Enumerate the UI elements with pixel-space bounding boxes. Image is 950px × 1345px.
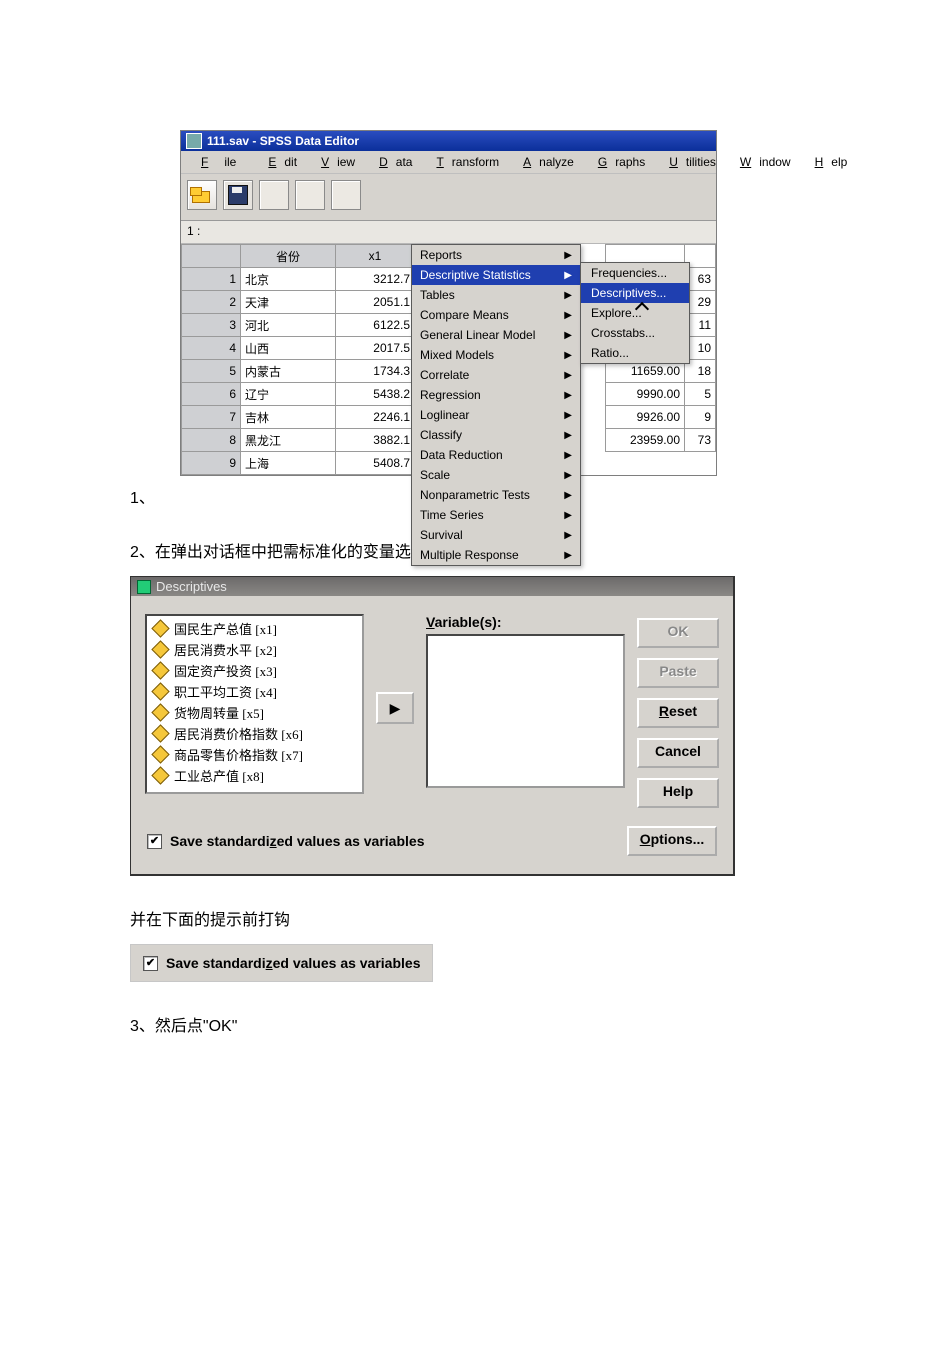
window-titlebar: 111.sav - SPSS Data Editor xyxy=(181,131,716,151)
menu-utilities[interactable]: Utilities xyxy=(653,153,724,171)
open-icon[interactable] xyxy=(187,180,217,210)
menu-view[interactable]: View xyxy=(305,153,363,171)
dialog-titlebar: Descriptives xyxy=(131,577,733,596)
dialog-title: Descriptives xyxy=(156,579,227,594)
toolbar xyxy=(181,174,716,221)
list-item[interactable]: 国民生产总值 [x1] xyxy=(149,618,360,639)
col-header-x1[interactable]: x1 xyxy=(336,245,415,268)
variable-icon xyxy=(151,682,169,700)
app-icon xyxy=(186,133,202,149)
menu-item-tables[interactable]: Tables▶ xyxy=(412,285,580,305)
submenu-explore[interactable]: Explore... xyxy=(581,303,689,323)
toolbar-button[interactable] xyxy=(295,180,325,210)
ok-button[interactable]: OK xyxy=(637,618,719,648)
menu-item-time-series[interactable]: Time Series▶ xyxy=(412,505,580,525)
arrow-right-icon: ▶ xyxy=(390,700,401,717)
variable-icon xyxy=(151,745,169,763)
save-icon[interactable] xyxy=(223,180,253,210)
menu-help[interactable]: Help xyxy=(799,153,856,171)
menu-item-nonparametric-tests[interactable]: Nonparametric Tests▶ xyxy=(412,485,580,505)
variable-icon xyxy=(151,724,169,742)
toolbar-button[interactable] xyxy=(331,180,361,210)
window-title: 111.sav - SPSS Data Editor xyxy=(207,134,359,148)
corner-cell xyxy=(182,245,241,268)
spss-data-editor-window: 111.sav - SPSS Data Editor File Edit Vie… xyxy=(180,130,717,476)
list-item[interactable]: 居民消费价格指数 [x6] xyxy=(149,723,360,744)
menu-transform[interactable]: Transform xyxy=(420,153,507,171)
variable-icon xyxy=(151,661,169,679)
submenu-ratio[interactable]: Ratio... xyxy=(581,343,689,363)
menu-item-mixed-models[interactable]: Mixed Models▶ xyxy=(412,345,580,365)
variable-icon xyxy=(151,619,169,637)
menu-item-survival[interactable]: Survival▶ xyxy=(412,525,580,545)
menu-window[interactable]: Window xyxy=(724,153,799,171)
cell-indicator: 1 : xyxy=(181,221,716,244)
checkbox-label: Save standardized values as variables xyxy=(166,955,420,971)
reset-button[interactable]: Reset xyxy=(637,698,719,728)
list-item[interactable]: 货物周转量 [x5] xyxy=(149,702,360,723)
col-header-province[interactable]: 省份 xyxy=(241,245,336,268)
submenu-descriptives[interactable]: Descriptives... xyxy=(581,283,689,303)
checkbox-label: Save standardized values as variables xyxy=(170,833,424,849)
variable-icon xyxy=(151,766,169,784)
checkbox-snippet: ✔ Save standardized values as variables xyxy=(130,944,433,982)
menu-graphs[interactable]: Graphs xyxy=(582,153,653,171)
list-item[interactable]: 居民消费水平 [x2] xyxy=(149,639,360,660)
menu-item-reports[interactable]: Reports▶ xyxy=(412,245,580,265)
menu-item-regression[interactable]: Regression▶ xyxy=(412,385,580,405)
menubar: File Edit View Data Transform Analyze Gr… xyxy=(181,151,716,174)
menu-item-compare-means[interactable]: Compare Means▶ xyxy=(412,305,580,325)
menu-edit[interactable]: Edit xyxy=(252,153,305,171)
menu-item-descriptive-statistics[interactable]: Descriptive Statistics▶ xyxy=(412,265,580,285)
source-variable-list[interactable]: 国民生产总值 [x1] 居民消费水平 [x2] 固定资产投资 [x3] 职工平均… xyxy=(145,614,364,794)
options-button[interactable]: Options... xyxy=(627,826,717,856)
list-item[interactable]: 商品零售价格指数 [x7] xyxy=(149,744,360,765)
list-item[interactable]: 工业总产值 [x8] xyxy=(149,765,360,786)
cancel-button[interactable]: Cancel xyxy=(637,738,719,768)
print-icon[interactable] xyxy=(259,180,289,210)
menu-item-classify[interactable]: Classify▶ xyxy=(412,425,580,445)
menu-item-data-reduction[interactable]: Data Reduction▶ xyxy=(412,445,580,465)
menu-data[interactable]: Data xyxy=(363,153,420,171)
data-grid[interactable]: 省份 x1 1北京3212.7 2天津2051.1 3河北6122.5 4山西2… xyxy=(181,244,415,475)
menu-item-general-linear-model[interactable]: General Linear Model▶ xyxy=(412,325,580,345)
target-variable-list[interactable] xyxy=(426,634,625,788)
list-item[interactable]: 职工平均工资 [x4] xyxy=(149,681,360,702)
menu-item-loglinear[interactable]: Loglinear▶ xyxy=(412,405,580,425)
list-item[interactable]: 固定资产投资 [x3] xyxy=(149,660,360,681)
submenu-crosstabs[interactable]: Crosstabs... xyxy=(581,323,689,343)
menu-file[interactable]: File xyxy=(185,153,252,171)
help-button[interactable]: Help xyxy=(637,778,719,808)
step-3-label: 3、然后点"OK" xyxy=(130,1012,820,1036)
dialog-icon xyxy=(137,580,151,594)
variable-icon xyxy=(151,640,169,658)
variables-label: Variable(s): xyxy=(426,614,625,630)
submenu-frequencies[interactable]: Frequencies... xyxy=(581,263,689,283)
save-standardized-checkbox[interactable]: ✔ Save standardized values as variables xyxy=(147,833,424,849)
cursor-icon xyxy=(637,304,653,320)
paste-button[interactable]: Paste xyxy=(637,658,719,688)
menu-item-scale[interactable]: Scale▶ xyxy=(412,465,580,485)
checkbox-icon: ✔ xyxy=(147,834,162,849)
descriptive-submenu[interactable]: Frequencies... Descriptives... Explore..… xyxy=(580,262,690,364)
analyze-menu-dropdown[interactable]: Reports▶ Descriptive Statistics▶ Tables▶… xyxy=(411,244,581,566)
checkbox-icon[interactable]: ✔ xyxy=(143,956,158,971)
menu-item-multiple-response[interactable]: Multiple Response▶ xyxy=(412,545,580,565)
variable-icon xyxy=(151,703,169,721)
menu-item-correlate[interactable]: Correlate▶ xyxy=(412,365,580,385)
step-2b-label: 并在下面的提示前打钩 xyxy=(130,906,820,930)
descriptives-dialog: Descriptives 国民生产总值 [x1] 居民消费水平 [x2] 固定资… xyxy=(130,576,735,876)
move-right-button[interactable]: ▶ xyxy=(376,692,414,724)
menu-analyze[interactable]: Analyze xyxy=(507,153,582,171)
